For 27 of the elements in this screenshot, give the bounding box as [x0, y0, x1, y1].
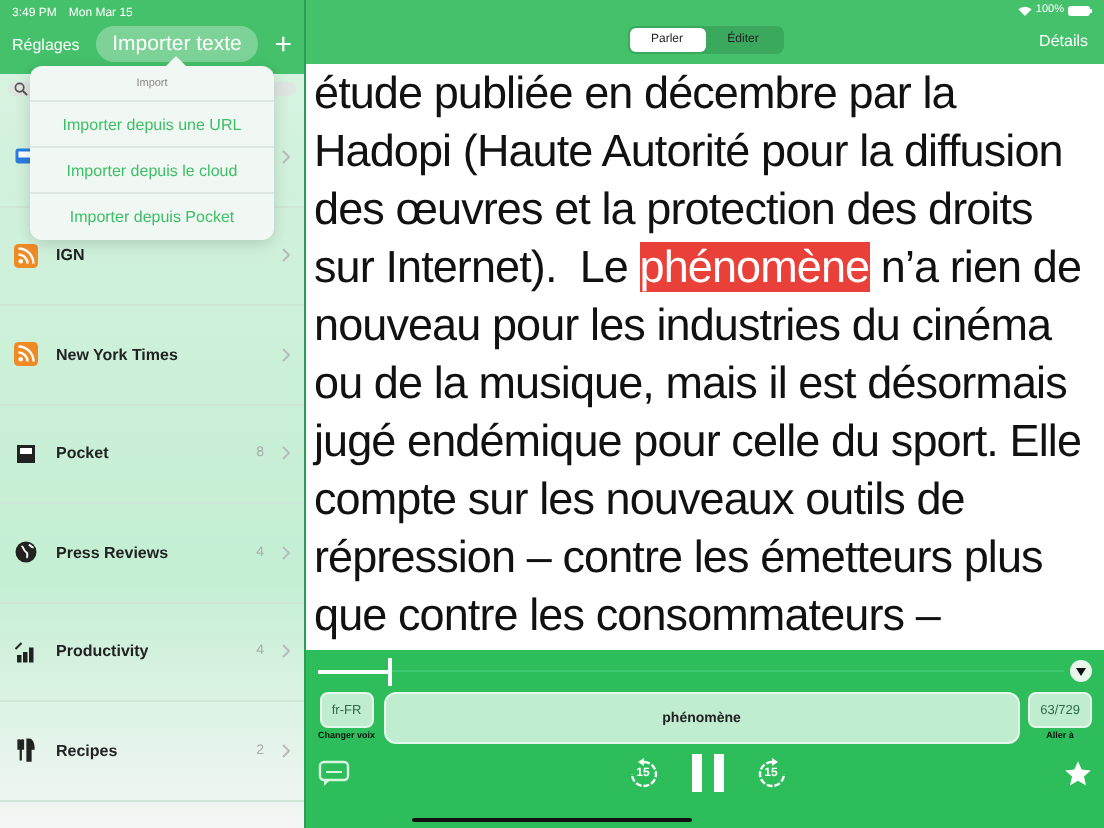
chevron-icon [282, 644, 290, 659]
star-icon[interactable] [1064, 759, 1092, 787]
subtitles-icon[interactable] [318, 760, 350, 786]
fork-knife-icon [14, 738, 38, 763]
search-icon [14, 82, 28, 96]
pause-icon[interactable] [691, 754, 723, 792]
chevron-icon [282, 446, 290, 461]
item-name: Productivity [56, 642, 151, 661]
tray-icon [14, 441, 38, 466]
wifi-icon [1017, 5, 1032, 15]
slider-thumb[interactable] [387, 658, 392, 686]
item-name: Recipes [56, 741, 120, 760]
chevron-icon [282, 347, 290, 362]
chevron-icon [282, 248, 290, 263]
chevron-icon [282, 149, 290, 164]
item-name: IGN [56, 246, 87, 265]
dropdown-icon[interactable] [1070, 660, 1092, 682]
chevron-icon [282, 743, 290, 758]
item-name: New York Times [56, 345, 180, 364]
chevron-icon [282, 545, 290, 560]
sidebar-item[interactable]: New York Times [0, 306, 304, 405]
battery-icon [1068, 5, 1092, 15]
bar-chart-icon [14, 639, 38, 664]
rss-icon [14, 243, 38, 268]
item-name: Press Reviews [56, 543, 171, 562]
item-name: Pocket [56, 444, 111, 463]
rss-icon [14, 342, 38, 367]
